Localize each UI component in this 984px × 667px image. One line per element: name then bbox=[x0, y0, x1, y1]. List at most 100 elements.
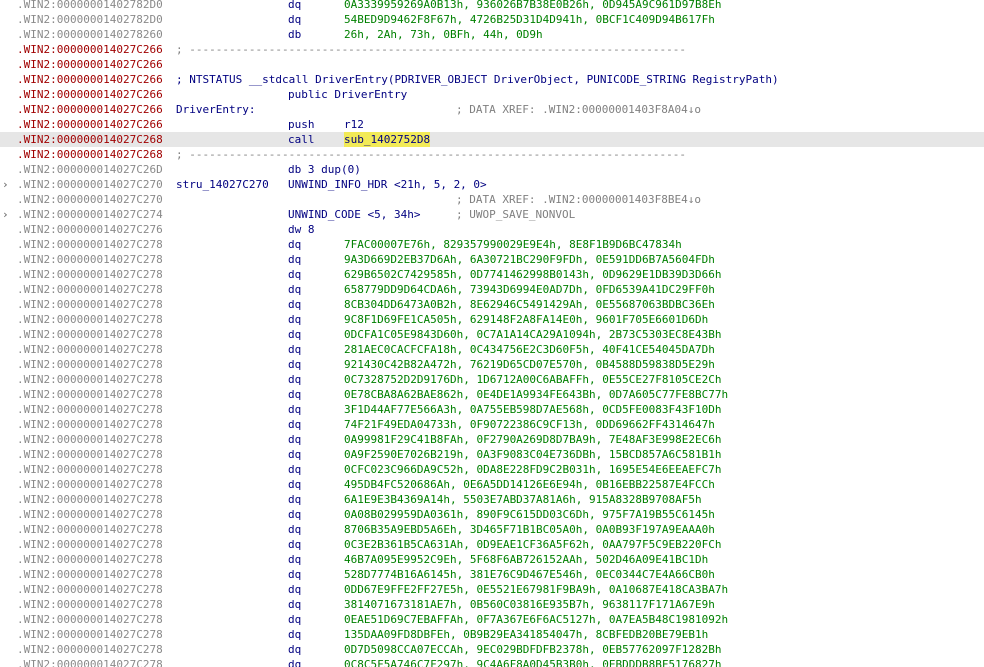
row-address[interactable]: .WIN2:000000014027C278 bbox=[17, 432, 163, 447]
row-operands[interactable]: 135DAA09FD8DBFEh, 0B9B29EA341854047h, 8C… bbox=[344, 627, 708, 642]
row-operands[interactable]: 3F1D44AF77E566A3h, 0A755EB598D7AE568h, 0… bbox=[344, 402, 722, 417]
row-mnemonic[interactable]: dq bbox=[288, 402, 301, 417]
row-operands[interactable]: 9A3D669D2EB37D6Ah, 6A30721BC290F9FDh, 0E… bbox=[344, 252, 715, 267]
row-mnemonic[interactable]: dq bbox=[288, 477, 301, 492]
listing-row[interactable]: .WIN2:000000014027C278 dq 0D7D5098CCA07ECC… bbox=[0, 642, 984, 657]
row-mnemonic[interactable]: db bbox=[288, 27, 301, 42]
listing-row[interactable]: .WIN2:000000014027C278 dq 0A9F2590E7026B21… bbox=[0, 447, 984, 462]
row-address[interactable]: .WIN2:00000001402782D0 bbox=[17, 0, 163, 12]
listing-row[interactable]: .WIN2:0000000140278260 db 26h, 2Ah, 73h, 0… bbox=[0, 27, 984, 42]
row-operands[interactable]: 0C7328752D2D9176Dh, 1D6712A00C6ABAFFh, 0… bbox=[344, 372, 722, 387]
listing-row[interactable]: .WIN2:000000014027C278 dq 528D7774B16A6145… bbox=[0, 567, 984, 582]
listing-row[interactable]: .WIN2:000000014027C278 dq 7FAC00007E76h, 8… bbox=[0, 237, 984, 252]
row-address[interactable]: .WIN2:000000014027C278 bbox=[17, 402, 163, 417]
row-mnemonic[interactable]: dq bbox=[288, 372, 301, 387]
listing-row[interactable]: .WIN2:000000014027C278 dq 281AEC0CACFCFA18… bbox=[0, 342, 984, 357]
listing-row[interactable]: .WIN2:000000014027C278 dq 0C8C5F5A746C7F29… bbox=[0, 657, 984, 667]
row-mnemonic[interactable]: public DriverEntry bbox=[288, 87, 407, 102]
row-operands[interactable]: 0C8C5F5A746C7F297h, 9C4A6F8A0D45B3B0h, 0… bbox=[344, 657, 722, 667]
row-operands[interactable]: 0DD67E9FFE2FF27E5h, 0E5521E67981F9BA9h, … bbox=[344, 582, 728, 597]
listing-row[interactable]: .WIN2:000000014027C278 dq 0A99981F29C41B8F… bbox=[0, 432, 984, 447]
row-label[interactable]: ; NTSTATUS __stdcall DriverEntry(PDRIVER… bbox=[176, 72, 779, 87]
row-operands[interactable]: 495DB4FC520686Ah, 0E6A5DD14126E6E94h, 0B… bbox=[344, 477, 715, 492]
row-address[interactable]: .WIN2:000000014027C266 bbox=[17, 87, 163, 102]
row-mnemonic[interactable]: dq bbox=[288, 642, 301, 657]
xref-comment[interactable]: ; UWOP_SAVE_NONVOL bbox=[456, 207, 575, 222]
row-address[interactable]: .WIN2:000000014027C278 bbox=[17, 267, 163, 282]
row-operands[interactable]: 629B6502C7429585h, 0D7741462998B0143h, 0… bbox=[344, 267, 722, 282]
row-mnemonic[interactable]: dq bbox=[288, 582, 301, 597]
row-address[interactable]: .WIN2:000000014027C26D bbox=[17, 162, 163, 177]
listing-row[interactable]: .WIN2:000000014027C266 ; ----------------… bbox=[0, 42, 984, 57]
row-address[interactable]: .WIN2:000000014027C278 bbox=[17, 657, 163, 667]
row-address[interactable]: .WIN2:000000014027C266 bbox=[17, 72, 163, 87]
xref-comment[interactable]: ; DATA XREF: .WIN2:00000001403F8BE4↓o bbox=[456, 192, 701, 207]
listing-row[interactable]: .WIN2:000000014027C278 dq 629B6502C7429585… bbox=[0, 267, 984, 282]
listing-row[interactable]: .WIN2:00000001402782D0 dq 54BED9D9462F8F67… bbox=[0, 12, 984, 27]
listing-row[interactable]: .WIN2:000000014027C278 dq 0E78CBA8A62BAE86… bbox=[0, 387, 984, 402]
row-address[interactable]: .WIN2:000000014027C278 bbox=[17, 312, 163, 327]
row-mnemonic[interactable]: dq bbox=[288, 447, 301, 462]
listing-row[interactable]: .WIN2:000000014027C278 dq 135DAA09FD8DBFEh… bbox=[0, 627, 984, 642]
row-address[interactable]: .WIN2:000000014027C278 bbox=[17, 507, 163, 522]
row-address[interactable]: .WIN2:000000014027C266 bbox=[17, 117, 163, 132]
row-operands[interactable]: 8706B35A9EBD5A6Eh, 3D465F71B1BC05A0h, 0A… bbox=[344, 522, 715, 537]
row-address[interactable]: .WIN2:000000014027C278 bbox=[17, 237, 163, 252]
row-mnemonic[interactable]: dq bbox=[288, 612, 301, 627]
row-address[interactable]: .WIN2:000000014027C266 bbox=[17, 57, 163, 72]
row-label[interactable]: stru_14027C270 bbox=[176, 177, 269, 192]
listing-row[interactable]: .WIN2:00000001402782D0 dq 0A3339959269A0B1… bbox=[0, 0, 984, 12]
row-operands[interactable]: 6A1E9E3B4369A14h, 5503E7ABD37A81A6h, 915… bbox=[344, 492, 702, 507]
row-operands[interactable]: 0C3E2B361B5CA631Ah, 0D9EAE1CF36A5F62h, 0… bbox=[344, 537, 722, 552]
listing-row[interactable]: .WIN2:000000014027C278 dq 8706B35A9EBD5A6E… bbox=[0, 522, 984, 537]
row-address[interactable]: .WIN2:000000014027C278 bbox=[17, 537, 163, 552]
row-mnemonic[interactable]: dq bbox=[288, 462, 301, 477]
listing-row[interactable]: .WIN2:000000014027C278 dq 9A3D669D2EB37D6A… bbox=[0, 252, 984, 267]
row-address[interactable]: .WIN2:000000014027C270 bbox=[17, 192, 163, 207]
listing-row[interactable]: .WIN2:000000014027C278 dq 658779DD9D64CDA6… bbox=[0, 282, 984, 297]
row-mnemonic[interactable]: dq bbox=[288, 387, 301, 402]
row-mnemonic[interactable]: dq bbox=[288, 552, 301, 567]
listing-row-current[interactable]: .WIN2:000000014027C268 call sub_1402752D8 bbox=[0, 132, 984, 147]
row-operands[interactable]: 281AEC0CACFCFA18h, 0C434756E2C3D60F5h, 4… bbox=[344, 342, 715, 357]
row-address[interactable]: .WIN2:000000014027C278 bbox=[17, 447, 163, 462]
row-address[interactable]: .WIN2:000000014027C278 bbox=[17, 282, 163, 297]
row-mnemonic[interactable]: UNWIND_CODE <5, 34h> bbox=[288, 207, 420, 222]
row-address[interactable]: .WIN2:000000014027C278 bbox=[17, 477, 163, 492]
row-address[interactable]: .WIN2:00000001402782D0 bbox=[17, 12, 163, 27]
row-mnemonic[interactable]: dq bbox=[288, 12, 301, 27]
row-operands[interactable]: 0A08B029959DA0361h, 890F9C615DD03C6Dh, 9… bbox=[344, 507, 715, 522]
row-operands[interactable]: 3814071673181AE7h, 0B560C03816E935B7h, 9… bbox=[344, 597, 715, 612]
row-mnemonic[interactable]: dq bbox=[288, 492, 301, 507]
listing-row[interactable]: .WIN2:000000014027C270 ; DATA XREF: .WIN2… bbox=[0, 192, 984, 207]
listing-row[interactable]: .WIN2:000000014027C26D db 3 dup(0) bbox=[0, 162, 984, 177]
row-address[interactable]: .WIN2:000000014027C278 bbox=[17, 597, 163, 612]
row-operands[interactable]: 9C8F1D69FE1CA505h, 629148F2A8FA14E0h, 96… bbox=[344, 312, 708, 327]
row-operands[interactable]: 0A99981F29C41B8FAh, 0F2790A269D8D7BA9h, … bbox=[344, 432, 722, 447]
xref-comment[interactable]: ; DATA XREF: .WIN2:00000001403F8A04↓o bbox=[456, 102, 701, 117]
listing-row[interactable]: .WIN2:000000014027C278 dq 0DD67E9FFE2FF27E… bbox=[0, 582, 984, 597]
row-address[interactable]: .WIN2:000000014027C278 bbox=[17, 357, 163, 372]
row-label[interactable]: DriverEntry: bbox=[176, 102, 255, 117]
row-mnemonic[interactable]: dq bbox=[288, 267, 301, 282]
disassembly-listing[interactable]: .WIN2:00000001402782D0 dq 0A3339959269A0B1… bbox=[0, 0, 984, 667]
row-mnemonic[interactable]: dq bbox=[288, 327, 301, 342]
row-address[interactable]: .WIN2:000000014027C278 bbox=[17, 417, 163, 432]
row-mnemonic[interactable]: dw 8 bbox=[288, 222, 315, 237]
row-address[interactable]: .WIN2:000000014027C278 bbox=[17, 522, 163, 537]
row-address[interactable]: .WIN2:000000014027C270 bbox=[17, 177, 163, 192]
row-operands[interactable]: 46B7A095E9952C9Eh, 5F68F6AB726152AAh, 50… bbox=[344, 552, 708, 567]
row-operands[interactable]: 7FAC00007E76h, 829357990029E9E4h, 8E8F1B… bbox=[344, 237, 682, 252]
listing-row[interactable]: .WIN2:000000014027C278 dq 46B7A095E9952C9E… bbox=[0, 552, 984, 567]
row-operands[interactable]: 74F21F49EDA04733h, 0F90722386C9CF13h, 0D… bbox=[344, 417, 715, 432]
row-mnemonic[interactable]: dq bbox=[288, 417, 301, 432]
highlighted-operand[interactable]: sub_1402752D8 bbox=[344, 132, 431, 147]
row-operands[interactable]: 0A9F2590E7026B219h, 0A3F9083C04E736DBh, … bbox=[344, 447, 722, 462]
listing-row[interactable]: .WIN2:000000014027C266 DriverEntry: ; DATA… bbox=[0, 102, 984, 117]
row-address[interactable]: .WIN2:000000014027C266 bbox=[17, 102, 163, 117]
row-mnemonic[interactable]: UNWIND_INFO_HDR <21h, 5, 2, 0> bbox=[288, 177, 487, 192]
listing-row[interactable]: .WIN2:000000014027C278 dq 3F1D44AF77E566A3… bbox=[0, 402, 984, 417]
row-address[interactable]: .WIN2:000000014027C278 bbox=[17, 327, 163, 342]
row-mnemonic[interactable]: push bbox=[288, 117, 315, 132]
listing-row[interactable]: .WIN2:000000014027C278 dq 0EAE51D69C7EBAFF… bbox=[0, 612, 984, 627]
